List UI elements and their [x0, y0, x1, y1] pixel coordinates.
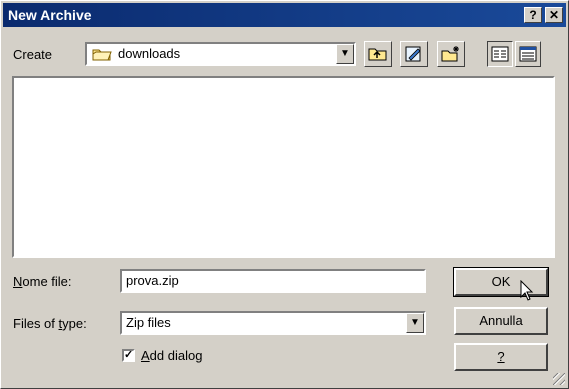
up-folder-button[interactable] [364, 41, 392, 67]
chevron-down-icon: ▼ [340, 48, 350, 59]
window-title: New Archive [8, 7, 92, 23]
help-button[interactable]: ? [454, 343, 548, 371]
filetype-value: Zip files [126, 315, 171, 330]
add-dialog-checkbox[interactable]: ✓ [122, 349, 135, 362]
folder-icon [92, 46, 112, 67]
cancel-button[interactable]: Annulla [454, 307, 548, 335]
details-view-icon [519, 46, 537, 62]
new-folder-icon [441, 46, 459, 62]
edit-icon [405, 46, 421, 62]
file-list[interactable] [12, 76, 555, 258]
folder-name: downloads [118, 46, 181, 61]
add-dialog-label: Add dialog [141, 348, 203, 363]
resize-grip[interactable] [553, 373, 565, 385]
title-bar: New Archive ? ✕ [3, 3, 566, 27]
new-folder-button[interactable] [437, 41, 465, 67]
create-label: Create [13, 47, 53, 62]
help-title-button[interactable]: ? [524, 7, 542, 23]
checkmark-icon: ✓ [124, 349, 134, 361]
filename-label: Nome file: [13, 274, 72, 289]
close-icon: ✕ [548, 8, 560, 22]
filetype-dropdown-arrow[interactable]: ▼ [406, 313, 424, 333]
close-button[interactable]: ✕ [545, 7, 563, 23]
folder-combobox[interactable]: downloads ▼ [85, 42, 356, 66]
up-folder-icon [368, 48, 387, 61]
list-view-icon [491, 46, 509, 62]
filename-input[interactable]: prova.zip [120, 269, 426, 293]
new-archive-dialog: New Archive ? ✕ Create downloads ▼ Nome … [0, 0, 569, 389]
mouse-cursor-icon [520, 280, 534, 301]
edit-button[interactable] [400, 41, 428, 67]
folder-dropdown-arrow[interactable]: ▼ [336, 44, 354, 64]
filetype-label: Files of type: [13, 316, 87, 331]
filename-value: prova.zip [126, 273, 179, 288]
chevron-down-icon: ▼ [410, 317, 420, 328]
filetype-select[interactable]: Zip files ▼ [120, 311, 426, 335]
details-view-button[interactable] [515, 41, 541, 67]
list-view-button[interactable] [487, 41, 513, 67]
